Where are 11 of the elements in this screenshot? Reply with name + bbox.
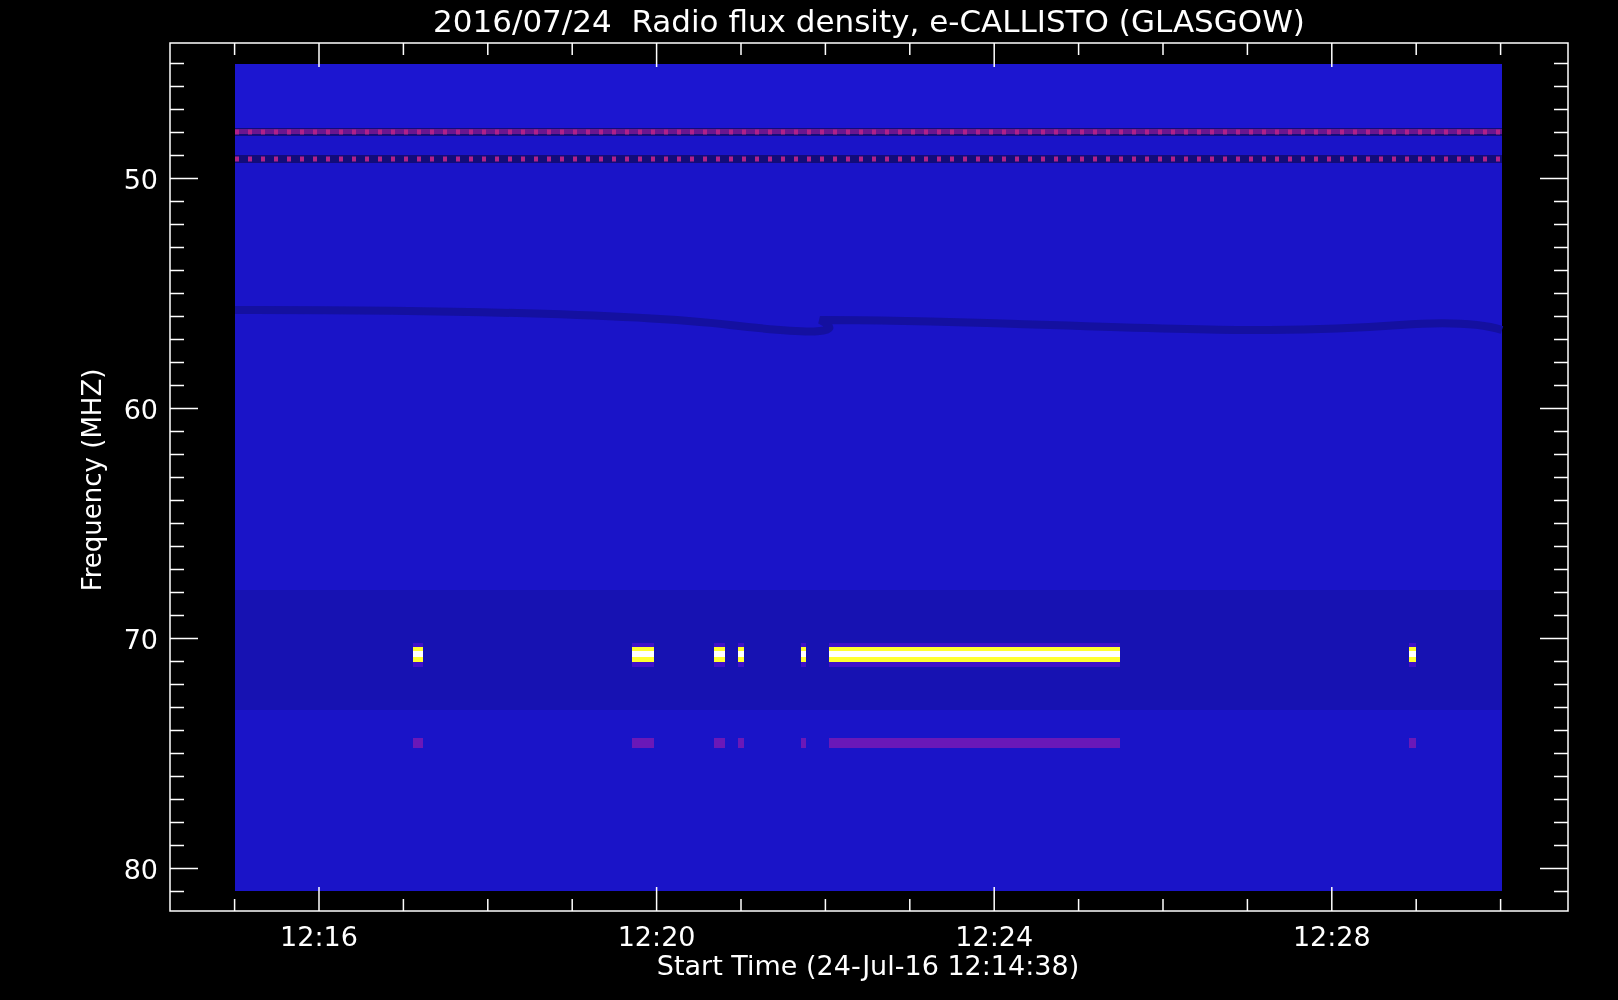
y-tick-label: 70: [123, 623, 158, 655]
x-tick-label: 12:20: [617, 921, 696, 952]
y-axis-label: Frequency (MHZ): [77, 368, 107, 592]
x-tick-label: 12:24: [955, 921, 1034, 952]
x-axis-label: Start Time (24-Jul-16 12:14:38): [656, 950, 1080, 981]
chart-title: 2016/07/24 Radio flux density, e-CALLISTO (GLASGOW): [433, 3, 1305, 39]
y-tick-label: 60: [123, 393, 158, 425]
x-tick-label: 12:28: [1292, 921, 1371, 952]
y-tick-label: 50: [123, 163, 158, 195]
y-tick-label: 80: [123, 853, 158, 885]
x-tick-label: 12:16: [280, 921, 358, 952]
